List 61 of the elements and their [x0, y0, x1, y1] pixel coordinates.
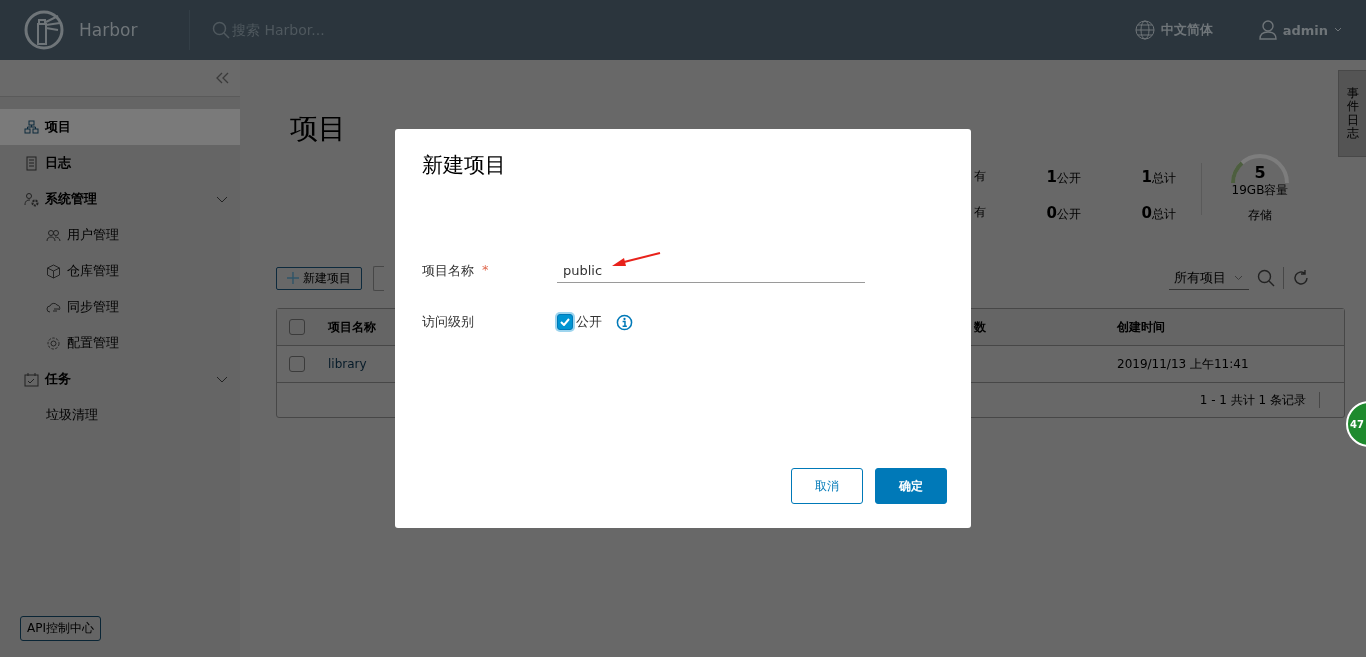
stat-value: 1公开	[1045, 168, 1082, 187]
config-icon	[46, 335, 61, 351]
pagination-text: 1 - 1 共计 1 条记录	[1199, 391, 1306, 409]
sidebar-item[interactable]: 配置管理	[0, 325, 240, 361]
sidebar-item[interactable]: 同步管理	[0, 289, 240, 325]
sidebar-item[interactable]: 仓库管理	[0, 253, 240, 289]
new-project-button[interactable]: 新建项目	[276, 266, 362, 290]
sidebar-item[interactable]: 用户管理	[0, 217, 240, 253]
user-icon	[1258, 20, 1277, 40]
log-icon	[24, 155, 39, 171]
sidebar-item[interactable]: 日志	[0, 145, 240, 181]
projects-icon	[24, 119, 39, 135]
storage-capacity: 19GB容量	[1231, 182, 1289, 199]
column-header[interactable]: 创建时间	[1106, 318, 1344, 336]
storage-label: 存储	[1248, 207, 1272, 224]
storage-value: 5	[1254, 163, 1266, 182]
storage-gauge-icon	[1230, 153, 1290, 183]
search-icon[interactable]	[1257, 269, 1275, 287]
row-checkbox[interactable]	[289, 356, 305, 372]
event-log-tab[interactable]: 事件日志	[1338, 70, 1366, 157]
lighthouse-logo-icon[interactable]	[24, 10, 64, 50]
page-title: 项目	[290, 111, 346, 147]
search-icon	[212, 21, 230, 39]
project-filter-dropdown[interactable]: 所有项目	[1169, 266, 1249, 290]
annotation-arrow	[610, 250, 662, 268]
stat-value: 0总计	[1140, 204, 1177, 223]
confirm-button[interactable]: 确定	[875, 468, 947, 504]
table-cell-text: 2019/11/13 上午11:41	[1116, 355, 1250, 373]
globe-icon	[1134, 20, 1155, 40]
stat-value: 1总计	[1140, 168, 1177, 187]
field-label: 访问级别	[422, 313, 475, 331]
sidebar-item[interactable]: 项目	[0, 109, 240, 145]
sidebar-item[interactable]: 任务	[0, 361, 240, 397]
user-menu[interactable]: admin	[1258, 20, 1342, 40]
checkmark-icon	[560, 318, 570, 326]
api-center-button[interactable]: API控制中心	[20, 616, 101, 641]
caret-icon	[1234, 274, 1243, 281]
language-switcher[interactable]: 中文简体	[1134, 20, 1213, 40]
checkbox-label[interactable]: 公开	[576, 313, 602, 331]
stat-value: 有	[973, 168, 987, 185]
floating-badge[interactable]: 47	[1346, 401, 1366, 447]
toolbar-button[interactable]	[373, 265, 384, 291]
sidebar-item[interactable]: 系统管理	[0, 181, 240, 217]
tasks-icon	[24, 371, 39, 387]
field-label: 项目名称 *	[422, 262, 490, 280]
registry-icon	[46, 263, 61, 279]
dialog-title: 新建项目	[422, 152, 507, 179]
brand-name: Harbor	[79, 20, 139, 40]
stat-value: 有	[973, 204, 987, 221]
caret-icon	[1334, 27, 1342, 33]
admin-icon	[24, 191, 39, 207]
cancel-button[interactable]: 取消	[791, 468, 863, 504]
stat-value: 0公开	[1045, 204, 1082, 223]
users-icon	[46, 227, 61, 243]
select-all-checkbox[interactable]	[289, 319, 305, 335]
info-icon[interactable]	[616, 313, 633, 331]
plus-icon	[287, 272, 299, 284]
refresh-icon[interactable]	[1292, 269, 1310, 287]
collapse-icon[interactable]	[216, 72, 230, 84]
public-checkbox[interactable]	[557, 314, 573, 330]
sidebar-item[interactable]: 垃圾清理	[0, 397, 240, 433]
